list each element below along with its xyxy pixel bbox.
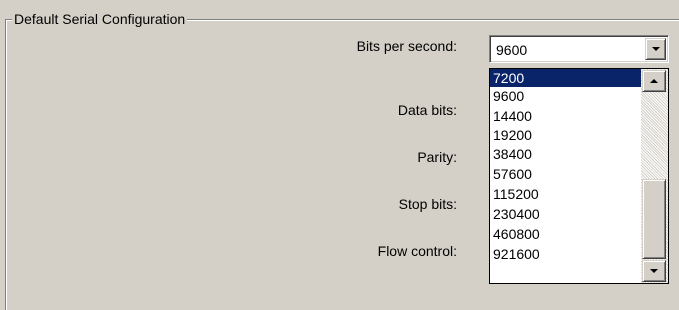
parity-label: Parity:	[417, 149, 457, 165]
option-230400[interactable]: 230400	[490, 205, 641, 223]
option-38400[interactable]: 38400	[490, 145, 641, 163]
scroll-up-icon	[650, 79, 658, 83]
option-921600[interactable]: 921600	[490, 245, 641, 263]
option-19200[interactable]: 19200	[490, 126, 641, 144]
dropdown-scrollbar[interactable]	[641, 69, 668, 283]
chevron-down-icon	[651, 47, 660, 51]
scroll-down-button[interactable]	[642, 260, 666, 282]
scroll-up-button[interactable]	[642, 70, 666, 92]
data-bits-label: Data bits:	[397, 102, 457, 118]
stop-bits-label: Stop bits:	[398, 196, 457, 212]
scroll-down-icon	[650, 269, 658, 273]
option-460800[interactable]: 460800	[490, 225, 641, 243]
flow-control-label: Flow control:	[377, 243, 457, 259]
option-57600[interactable]: 57600	[490, 165, 641, 183]
option-7200[interactable]: 7200	[490, 69, 641, 87]
bits-per-second-dropdown-list[interactable]: 7200 9600 14400 19200 38400 57600 115200…	[489, 68, 669, 284]
option-9600[interactable]: 9600	[490, 87, 641, 105]
combo-dropdown-button[interactable]	[645, 38, 666, 60]
bits-per-second-label: Bits per second:	[356, 38, 457, 54]
scroll-thumb[interactable]	[642, 179, 666, 259]
bits-per-second-value: 9600	[496, 42, 528, 58]
group-title: Default Serial Configuration	[12, 10, 188, 28]
option-14400[interactable]: 14400	[490, 107, 641, 125]
bits-per-second-combobox[interactable]: 9600	[489, 35, 669, 63]
option-115200[interactable]: 115200	[490, 185, 641, 203]
